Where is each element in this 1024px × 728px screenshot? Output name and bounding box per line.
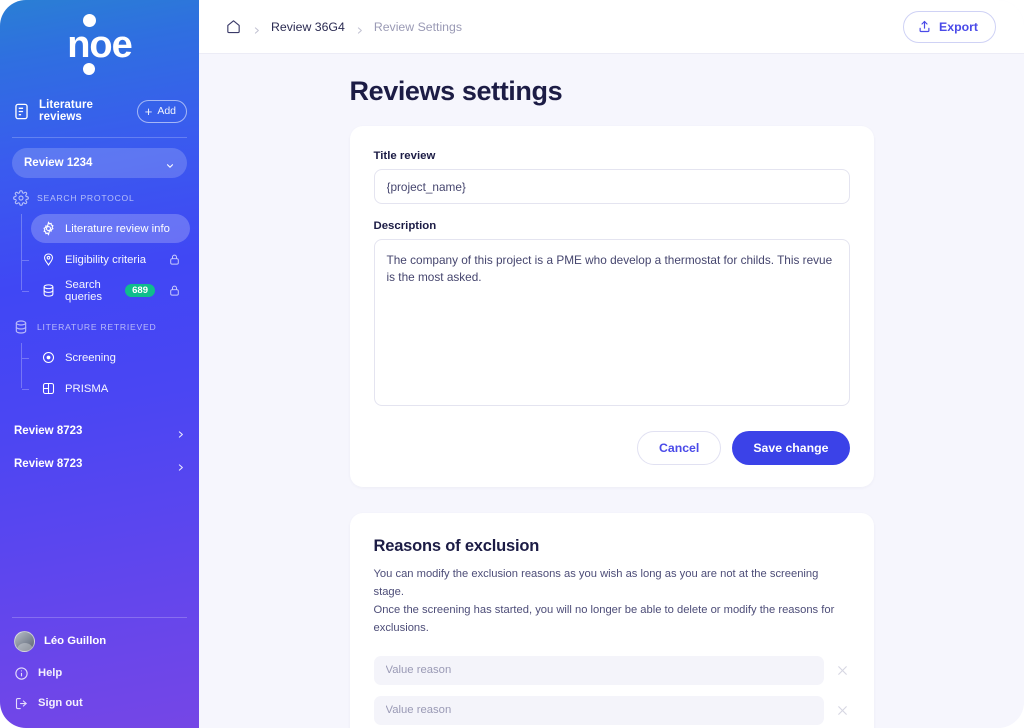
topbar: Review 36G4 Review Settings Export	[199, 0, 1024, 54]
database-icon	[40, 283, 56, 299]
nav-group-search-protocol: Literature review info Eligibility crite…	[0, 212, 199, 307]
breadcrumb-item-review[interactable]: Review 36G4	[271, 20, 345, 34]
export-label: Export	[939, 19, 978, 34]
other-review-label: Review 8723	[14, 457, 83, 470]
gear-icon	[12, 190, 29, 207]
lock-icon	[168, 284, 181, 297]
help-link[interactable]: Help	[0, 658, 199, 688]
sidebar-item-search-queries[interactable]: Search queries 689	[22, 276, 190, 305]
layout-grid-icon	[40, 381, 56, 397]
sidebar-item-label: Literature review info	[65, 222, 170, 235]
sidebar-item-screening[interactable]: Screening	[22, 343, 190, 372]
database-icon	[12, 319, 29, 336]
title-review-label: Title review	[373, 150, 436, 162]
lock-icon	[168, 253, 181, 266]
add-review-button[interactable]: + Add	[136, 99, 187, 123]
form-actions: Cancel Save change	[374, 431, 850, 465]
description-label: Description	[373, 220, 437, 232]
exclusion-description-line-1: You can modify the exclusion reasons as …	[373, 568, 819, 599]
breadcrumb: Review 36G4 Review Settings	[225, 18, 903, 35]
sidebar-divider-bottom	[12, 617, 187, 618]
section-header-literature-retrieved: LITERATURE RETRIEVED	[0, 313, 199, 341]
export-button[interactable]: Export	[903, 10, 996, 43]
sidebar-divider-top	[12, 137, 187, 138]
save-change-button[interactable]: Save change	[732, 431, 850, 465]
section-header-search-protocol: SEARCH PROTOCOL	[0, 184, 199, 212]
sidebar-other-review-1[interactable]: Review 8723	[0, 415, 199, 446]
exclusion-description-line-2: Once the screening has started, you will…	[373, 604, 835, 635]
reason-row	[373, 695, 850, 725]
logo-dot-bottom-icon	[82, 63, 95, 75]
sidebar-item-prisma[interactable]: PRISMA	[22, 374, 190, 403]
sign-out-link[interactable]: Sign out	[0, 688, 199, 718]
logo-text: noe	[67, 24, 133, 66]
chevron-right-icon	[176, 426, 185, 438]
avatar	[14, 630, 35, 652]
sidebar-item-label: Eligibility criteria	[65, 253, 146, 266]
title-review-field: Title review	[373, 150, 850, 204]
chevron-right-icon	[355, 22, 364, 34]
nav-group-literature-retrieved: Screening PRISMA	[0, 341, 199, 405]
sidebar: noe Literature reviews + Add Review 1234…	[0, 0, 199, 728]
help-label: Help	[38, 667, 63, 679]
user-name: Léo Guillon	[44, 635, 107, 647]
user-profile[interactable]: Léo Guillon	[0, 624, 199, 658]
noe-logo-icon: noe	[52, 14, 148, 76]
sidebar-item-literature-review-info[interactable]: Literature review info	[31, 214, 190, 243]
section-title: LITERATURE RETRIEVED	[37, 322, 157, 332]
sign-out-label: Sign out	[38, 697, 83, 709]
exclusion-section-title: Reasons of exclusion	[373, 537, 540, 555]
eye-target-icon	[40, 350, 56, 366]
title-review-input[interactable]	[373, 169, 850, 204]
info-circle-icon	[14, 666, 29, 681]
chevron-right-icon	[252, 22, 261, 34]
app-window: noe Literature reviews + Add Review 1234…	[0, 0, 1024, 728]
description-field: Description	[373, 220, 850, 411]
content-scroll-area[interactable]: Reviews settings Title review Descriptio…	[199, 54, 1024, 728]
sign-out-icon	[14, 696, 29, 711]
sidebar-item-label: PRISMA	[65, 382, 109, 395]
cancel-button[interactable]: Cancel	[636, 431, 722, 465]
reasons-of-exclusion-card: Reasons of exclusion You can modify the …	[349, 513, 874, 728]
review-selector[interactable]: Review 1234	[12, 148, 187, 178]
section-title: SEARCH PROTOCOL	[37, 193, 135, 203]
upload-icon	[917, 19, 932, 34]
gear-icon	[40, 221, 56, 237]
page-title: Reviews settings	[349, 76, 563, 106]
review-settings-card: Title review Description Cancel Save cha…	[349, 126, 874, 487]
sidebar-item-eligibility-criteria[interactable]: Eligibility criteria	[22, 245, 190, 274]
chevron-right-icon	[176, 459, 185, 471]
main-area: Review 36G4 Review Settings Export Revie…	[199, 0, 1024, 728]
literature-reviews-row[interactable]: Literature reviews + Add	[0, 94, 199, 128]
exclusion-section-description: You can modify the exclusion reasons as …	[374, 565, 850, 638]
other-review-label: Review 8723	[14, 424, 83, 437]
reasons-list	[373, 655, 850, 728]
home-icon[interactable]	[225, 18, 242, 35]
description-textarea[interactable]	[373, 239, 850, 406]
sidebar-other-review-2[interactable]: Review 8723	[0, 448, 199, 479]
search-queries-count-badge: 689	[125, 283, 155, 298]
review-selector-label: Review 1234	[24, 157, 93, 169]
sidebar-item-label: Screening	[65, 351, 116, 364]
reason-input[interactable]	[373, 695, 824, 725]
close-icon[interactable]	[835, 703, 850, 718]
target-pin-icon	[40, 252, 56, 268]
reason-input[interactable]	[373, 655, 824, 685]
document-list-icon	[12, 102, 31, 121]
chevron-down-icon	[165, 158, 175, 168]
reason-row	[373, 655, 850, 685]
close-icon[interactable]	[835, 663, 850, 678]
logo: noe	[0, 0, 199, 90]
sidebar-item-label: Search queries	[65, 278, 103, 303]
add-label: Add	[157, 105, 176, 117]
literature-reviews-label: Literature reviews	[39, 99, 94, 123]
plus-icon: +	[144, 103, 153, 119]
breadcrumb-item-current: Review Settings	[373, 19, 462, 34]
content-inner: Reviews settings Title review Descriptio…	[199, 54, 1024, 728]
